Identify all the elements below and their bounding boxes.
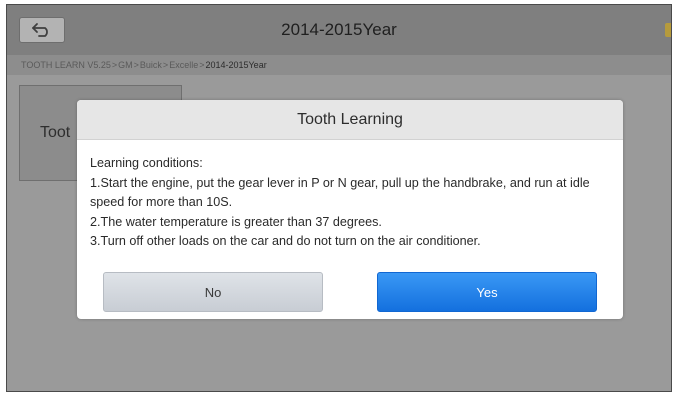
yes-button[interactable]: Yes [377,272,597,312]
breadcrumb-item[interactable]: Buick [140,60,162,70]
tile-label: Toot [40,124,71,141]
top-bar: 2014-2015Year [7,5,671,55]
no-button[interactable]: No [103,272,323,312]
app-screen: 2014-2015Year TOOTH LEARN V5.25 > GM > B… [6,4,672,392]
condition-item: 1.Start the engine, put the gear lever i… [90,175,590,210]
dialog-title: Tooth Learning [77,100,623,140]
condition-item: 3.Turn off other loads on the car and do… [90,234,481,248]
breadcrumb-item[interactable]: GM [118,60,133,70]
breadcrumb-separator: > [133,60,139,70]
breadcrumb-item[interactable]: TOOTH LEARN V5.25 [21,60,111,70]
page-title: 2014-2015Year [281,20,397,39]
breadcrumb: TOOTH LEARN V5.25 > GM > Buick > Excelle… [7,55,671,75]
dialog-button-row: No Yes [77,272,623,312]
condition-item: 2.The water temperature is greater than … [90,214,382,229]
dialog-message: Learning conditions: 1.Start the engine,… [77,140,623,252]
conditions-heading: Learning conditions: [90,156,203,170]
breadcrumb-item[interactable]: Excelle [169,60,198,70]
breadcrumb-separator: > [199,60,205,70]
corner-indicator-icon [665,23,671,37]
breadcrumb-separator: > [111,60,118,70]
breadcrumb-current: 2014-2015Year [205,60,267,70]
tooth-learning-dialog: Tooth Learning Learning conditions: 1.St… [77,100,623,319]
breadcrumb-separator: > [162,60,169,70]
